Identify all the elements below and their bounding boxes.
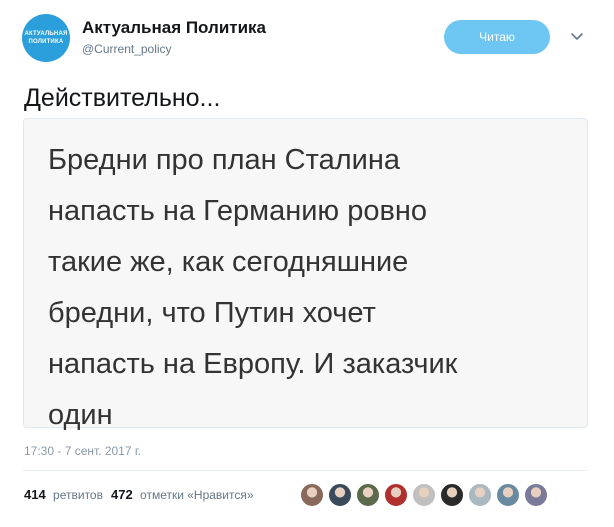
tweet-stats: 414 ретвитов 472 отметки «Нравится» <box>24 487 262 502</box>
likes-count: 472 <box>110 487 133 502</box>
account-handle[interactable]: @Current_policy <box>82 42 172 56</box>
tweet-timestamp[interactable]: 17:30 - 7 сент. 2017 г. <box>24 444 141 458</box>
liker-avatar[interactable] <box>524 483 548 507</box>
quote-line: напасть на Европу. И заказчик <box>48 348 458 380</box>
divider <box>23 470 588 471</box>
liker-avatar[interactable] <box>496 483 520 507</box>
likes-stat[interactable]: 472 отметки «Нравится» <box>111 487 254 502</box>
liker-avatar[interactable] <box>328 483 352 507</box>
chevron-down-icon[interactable] <box>570 29 584 43</box>
quote-text: Бредни про план Сталина напасть на Герма… <box>48 135 568 441</box>
liker-avatar[interactable] <box>440 483 464 507</box>
avatar-text-line1: АКТУАЛЬНАЯ <box>24 31 68 37</box>
liker-avatar[interactable] <box>356 483 380 507</box>
quote-image[interactable]: Бредни про план Сталина напасть на Герма… <box>23 118 588 431</box>
likes-label: отметки «Нравится» <box>140 488 254 502</box>
liker-avatar[interactable] <box>384 483 408 507</box>
avatar[interactable]: АКТУАЛЬНАЯ ПОЛИТИКА <box>22 14 70 62</box>
follow-button[interactable]: Читаю <box>444 20 550 54</box>
liker-avatar[interactable] <box>468 483 492 507</box>
retweets-stat[interactable]: 414 ретвитов <box>24 487 103 502</box>
quote-line: Бредни про план Сталина <box>48 144 400 176</box>
quote-line: напасть на Германию ровно <box>48 195 428 227</box>
liker-avatar[interactable] <box>412 483 436 507</box>
retweets-label: ретвитов <box>53 488 103 502</box>
quote-line: бредни, что Путин хочет <box>48 297 376 329</box>
tweet-text: Действительно... <box>24 84 221 112</box>
account-name[interactable]: Актуальная Политика <box>82 18 266 38</box>
tweet-header: АКТУАЛЬНАЯ ПОЛИТИКА Актуальная Политика … <box>22 12 592 62</box>
liker-avatars <box>300 483 548 507</box>
retweets-count: 414 <box>24 487 46 502</box>
avatar-text-line2: ПОЛИТИКА <box>28 39 64 45</box>
quote-line: один <box>48 399 113 431</box>
quote-line: такие же, как сегодняшние <box>48 246 409 278</box>
liker-avatar[interactable] <box>300 483 324 507</box>
